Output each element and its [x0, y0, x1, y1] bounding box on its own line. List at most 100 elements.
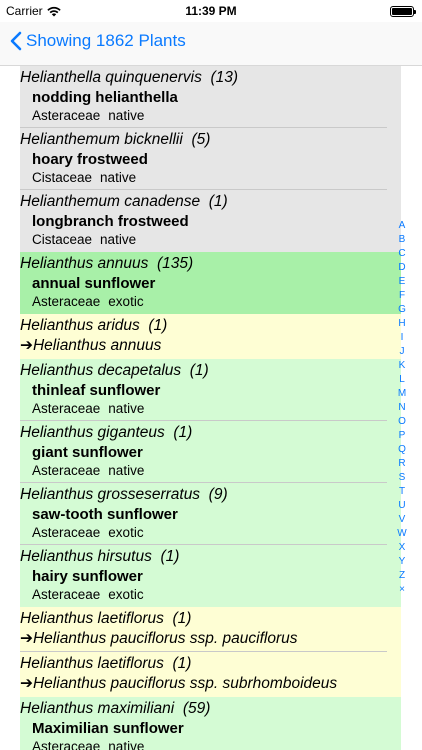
family-name: Asteraceae: [32, 401, 101, 416]
navigation-bar: Showing 1862 Plants: [0, 22, 422, 66]
scientific-name-text: Helianthus maximiliani: [20, 700, 175, 717]
native-status: native: [108, 108, 145, 123]
index-letter[interactable]: D: [398, 261, 405, 275]
index-letter[interactable]: I: [401, 331, 404, 345]
scientific-name: Helianthemum bicknellii (5): [20, 128, 401, 150]
native-status: exotic: [108, 587, 144, 602]
index-letter[interactable]: V: [399, 513, 406, 527]
scientific-name: Helianthus grosseserratus (9): [20, 483, 401, 505]
index-letter[interactable]: O: [398, 415, 406, 429]
synonym-row[interactable]: Helianthus laetiflorus (1) ➔Helianthus pa…: [20, 607, 401, 652]
common-name: annual sunflower: [32, 275, 156, 292]
family-name: Asteraceae: [32, 739, 101, 750]
plant-row[interactable]: Helianthus annuus (135) annual sunflower A…: [20, 252, 401, 314]
plant-row[interactable]: Helianthus maximiliani (59) Maximilian su…: [20, 697, 401, 750]
family-name: Asteraceae: [32, 525, 101, 540]
index-letter[interactable]: C: [398, 247, 405, 261]
index-letter[interactable]: A: [399, 219, 406, 233]
index-letter[interactable]: S: [399, 471, 406, 485]
back-button-label: Showing 1862 Plants: [26, 31, 186, 50]
common-name: giant sunflower: [32, 444, 143, 461]
plant-meta: Cistaceae native: [20, 169, 401, 190]
plant-meta: Asteraceae exotic: [20, 293, 401, 314]
family-name: Asteraceae: [32, 587, 101, 602]
observation-count: (1): [181, 362, 209, 379]
scientific-name: Helianthella quinquenervis (13): [20, 66, 401, 88]
native-status: native: [108, 739, 145, 750]
synonym-target: ➔Helianthus annuus: [20, 337, 162, 354]
observation-count: (1): [164, 424, 193, 441]
back-button[interactable]: Showing 1862 Plants: [10, 31, 186, 51]
plant-meta: Asteraceae native: [20, 107, 401, 128]
common-name: hairy sunflower: [32, 568, 143, 585]
observation-count: (9): [200, 486, 228, 503]
alphabet-index[interactable]: A B C D E F G H I J K L M N O P Q R S T U V W X Y Z ×: [396, 219, 408, 597]
plant-list[interactable]: Helianthella quinquenervis (13) nodding h…: [20, 66, 401, 750]
index-letter[interactable]: K: [399, 359, 406, 373]
index-letter[interactable]: J: [400, 345, 405, 359]
plant-meta: Asteraceae native: [20, 738, 401, 750]
index-letter[interactable]: Q: [398, 443, 406, 457]
scientific-name: Helianthus annuus (135): [20, 252, 401, 274]
chevron-left-icon: [10, 31, 22, 51]
synonym-row[interactable]: Helianthus aridus (1) ➔Helianthus annuus: [20, 314, 401, 359]
index-letter[interactable]: G: [398, 303, 406, 317]
native-status: exotic: [108, 294, 144, 309]
index-letter[interactable]: W: [397, 527, 406, 541]
observation-count: (135): [148, 255, 194, 272]
index-letter[interactable]: R: [398, 457, 405, 471]
status-bar: Carrier 11:39 PM: [0, 0, 422, 22]
scientific-name: Helianthus laetiflorus (1): [20, 652, 401, 674]
index-letter[interactable]: Y: [399, 555, 406, 569]
family-name: Asteraceae: [32, 108, 101, 123]
index-letter[interactable]: U: [398, 499, 405, 513]
plant-row[interactable]: Helianthus decapetalus (1) thinleaf sunfl…: [20, 359, 401, 421]
index-letter[interactable]: P: [399, 429, 406, 443]
family-name: Asteraceae: [32, 294, 101, 309]
index-letter[interactable]: Z: [399, 569, 405, 583]
observation-count: (13): [201, 69, 239, 86]
index-letter[interactable]: N: [398, 401, 405, 415]
native-status: native: [108, 401, 145, 416]
index-letter[interactable]: L: [399, 373, 405, 387]
index-letter[interactable]: H: [398, 317, 405, 331]
family-name: Cistaceae: [32, 232, 93, 247]
observation-count: (1): [200, 193, 228, 210]
scientific-name-text: Helianthus laetiflorus: [20, 610, 164, 627]
synonym-row[interactable]: Helianthus laetiflorus (1) ➔Helianthus pa…: [20, 652, 401, 697]
native-status: native: [108, 463, 145, 478]
plant-row[interactable]: Helianthemum canadense (1) longbranch fro…: [20, 190, 401, 252]
plant-meta: Asteraceae native: [20, 400, 401, 421]
observation-count: (5): [182, 131, 211, 148]
observation-count: (1): [139, 317, 168, 334]
scientific-name-text: Helianthus decapetalus: [20, 362, 182, 379]
observation-count: (59): [174, 700, 211, 717]
common-name: longbranch frostweed: [32, 213, 189, 230]
scientific-name: Helianthus decapetalus (1): [20, 359, 401, 381]
common-name: nodding helianthella: [32, 89, 178, 106]
index-letter[interactable]: T: [399, 485, 405, 499]
plant-meta: Asteraceae native: [20, 462, 401, 483]
common-name: thinleaf sunflower: [32, 382, 161, 399]
family-name: Asteraceae: [32, 463, 101, 478]
index-letter[interactable]: M: [398, 387, 406, 401]
plant-row[interactable]: Helianthella quinquenervis (13) nodding h…: [20, 66, 401, 128]
scientific-name: Helianthus maximiliani (59): [20, 697, 401, 719]
plant-row[interactable]: Helianthus grosseserratus (9) saw-tooth s…: [20, 483, 401, 545]
plant-meta: Asteraceae exotic: [20, 586, 401, 607]
scientific-name-text: Helianthus grosseserratus: [20, 486, 201, 503]
index-letter[interactable]: X: [399, 541, 406, 555]
index-letter[interactable]: B: [399, 233, 406, 247]
scientific-name: Helianthus giganteus (1): [20, 421, 401, 443]
index-letter[interactable]: ×: [399, 583, 405, 597]
scientific-name-text: Helianthus laetiflorus: [20, 655, 164, 672]
scientific-name-text: Helianthemum canadense: [20, 193, 201, 210]
plant-row[interactable]: Helianthus hirsutus (1) hairy sunflower As…: [20, 545, 401, 607]
plant-row[interactable]: Helianthus giganteus (1) giant sunflower A…: [20, 421, 401, 483]
plant-meta: Asteraceae exotic: [20, 524, 401, 545]
native-status: native: [100, 232, 137, 247]
index-letter[interactable]: E: [399, 275, 406, 289]
index-letter[interactable]: F: [399, 289, 405, 303]
plant-row[interactable]: Helianthemum bicknellii (5) hoary frostwe…: [20, 128, 401, 190]
scientific-name: Helianthemum canadense (1): [20, 190, 401, 212]
